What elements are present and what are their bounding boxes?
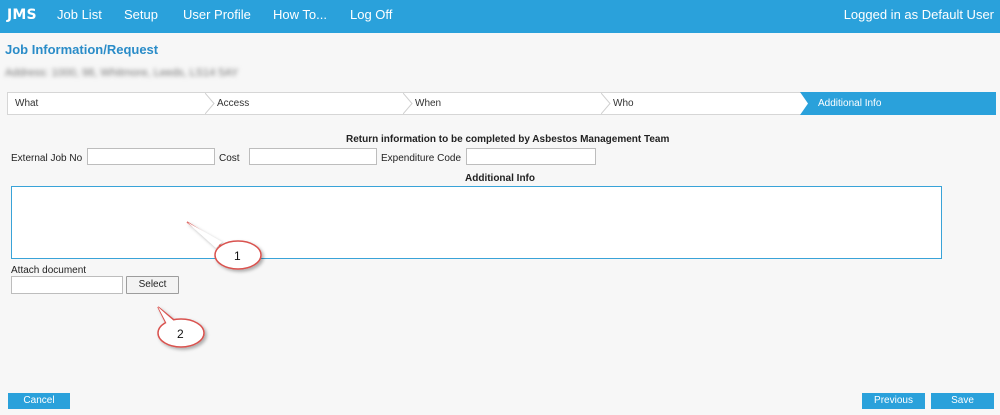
step-separator (403, 93, 413, 114)
brand-logo[interactable]: JMS (7, 7, 37, 23)
cost-label: Cost (219, 153, 240, 164)
previous-button[interactable]: Previous (862, 393, 925, 409)
nav-item-setup[interactable]: Setup (124, 7, 158, 22)
additional-info-heading: Additional Info (465, 173, 535, 184)
save-button[interactable]: Save (931, 393, 994, 409)
return-info-heading: Return information to be completed by As… (346, 134, 670, 145)
callout-number-2: 2 (177, 327, 184, 341)
wizard-step-additional-info[interactable]: Additional Info (818, 93, 881, 114)
expenditure-code-input[interactable] (466, 148, 596, 165)
wizard-step-when[interactable]: When (415, 93, 441, 114)
expenditure-code-label: Expenditure Code (381, 153, 462, 164)
top-nav-bar: JMS Job List Setup User Profile How To..… (0, 0, 1000, 33)
attach-document-input[interactable] (11, 276, 123, 294)
external-job-input[interactable] (87, 148, 215, 165)
wizard-step-access[interactable]: Access (217, 93, 249, 114)
address-line: Address: 1000, 98, Whitmore, Leeds, LS14… (5, 67, 239, 79)
nav-item-job-list[interactable]: Job List (57, 7, 102, 22)
nav-item-user-profile[interactable]: User Profile (183, 7, 251, 22)
page-title: Job Information/Request (5, 42, 159, 57)
step-separator (601, 93, 611, 114)
logged-in-status: Logged in as Default User (843, 7, 994, 22)
wizard-step-what[interactable]: What (15, 93, 38, 114)
wizard-steps: What Access When Who Additional Info (7, 92, 996, 115)
nav-item-how-to[interactable]: How To... (273, 7, 327, 22)
attach-document-label: Attach document (11, 265, 87, 276)
step-separator (205, 93, 215, 114)
additional-info-textarea[interactable] (11, 186, 942, 259)
cost-input[interactable] (249, 148, 377, 165)
wizard-step-who[interactable]: Who (613, 93, 634, 114)
cancel-button[interactable]: Cancel (8, 393, 70, 409)
select-file-button[interactable]: Select (126, 276, 179, 294)
callout-number-1: 1 (234, 249, 241, 263)
external-job-label: External Job No (11, 153, 83, 164)
nav-item-log-off[interactable]: Log Off (350, 7, 392, 22)
